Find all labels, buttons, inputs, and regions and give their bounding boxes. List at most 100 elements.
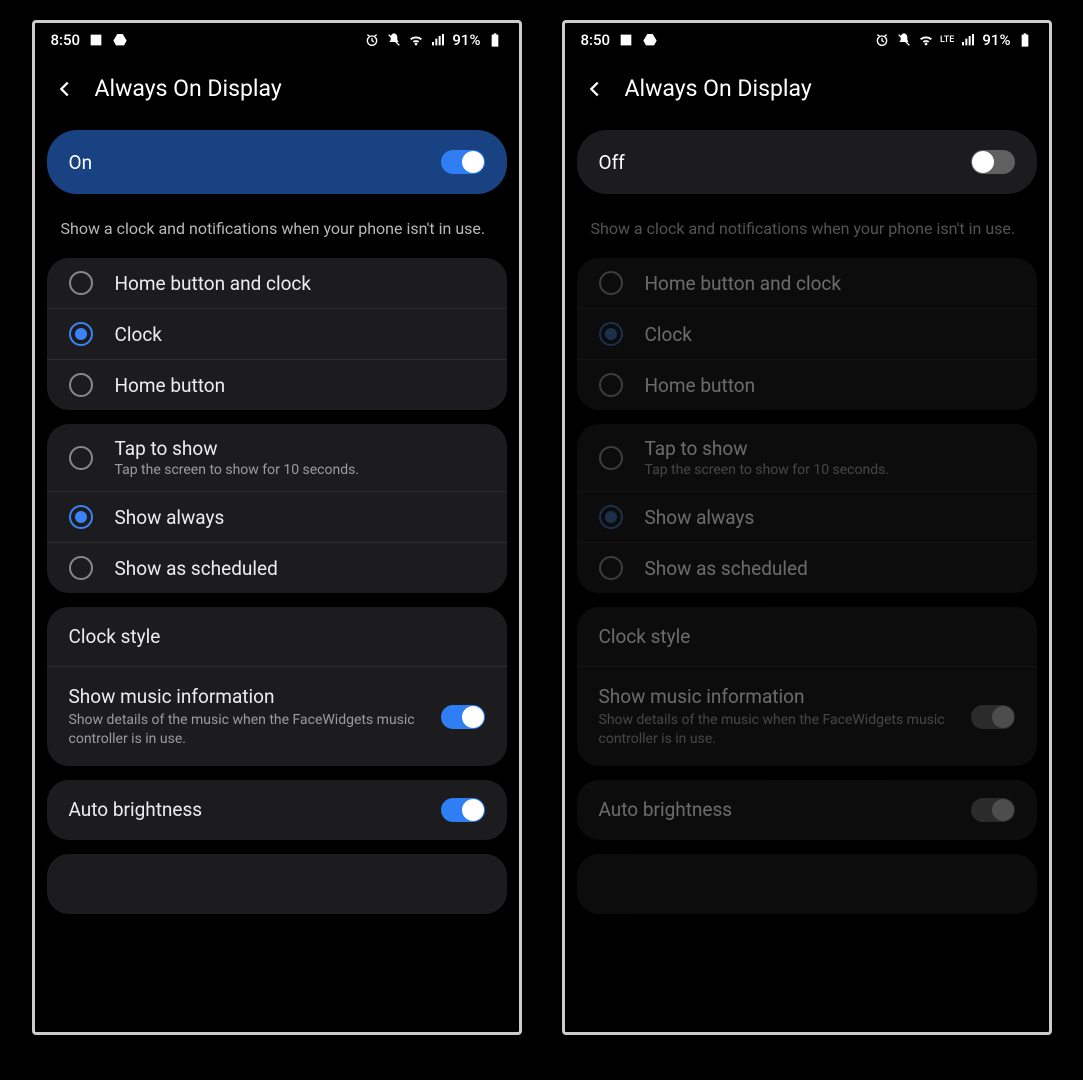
back-button[interactable] — [53, 77, 77, 101]
show-music-row[interactable]: Show music information Show details of t… — [47, 666, 507, 765]
lte-label: LTE — [940, 36, 954, 45]
partial-card — [47, 854, 507, 914]
master-toggle-row[interactable]: On — [47, 130, 507, 194]
mute-icon — [896, 32, 912, 48]
status-bar: 8:50 LTE 91% — [565, 23, 1049, 57]
clock-style-row[interactable]: Clock style — [47, 607, 507, 666]
alarm-icon — [874, 32, 890, 48]
radio-label: Show as scheduled — [645, 557, 808, 580]
settings-group: Clock style Show music information Show … — [47, 607, 507, 765]
radio-icon — [599, 271, 623, 295]
phone-screen-off: 8:50 LTE 91% Always On Display Off Show … — [562, 20, 1052, 1035]
radio-label: Home button — [645, 374, 756, 397]
list-label: Clock style — [599, 625, 1003, 648]
battery-icon — [487, 32, 503, 48]
radio-icon — [599, 373, 623, 397]
radio-home-button[interactable]: Home button — [47, 359, 507, 410]
list-sublabel: Show details of the music when the FaceW… — [599, 711, 959, 747]
radio-label: Clock — [115, 323, 162, 346]
feature-description: Show a clock and notifications when your… — [577, 208, 1037, 258]
auto-brightness-row: Auto brightness — [577, 780, 1037, 840]
radio-tap-to-show[interactable]: Tap to show Tap the screen to show for 1… — [47, 424, 507, 491]
radio-label: Home button — [115, 374, 226, 397]
wifi-icon — [408, 32, 424, 48]
show-music-row: Show music information Show details of t… — [577, 666, 1037, 765]
radio-clock: Clock — [577, 308, 1037, 359]
radio-icon — [69, 446, 93, 470]
radio-label: Home button and clock — [645, 272, 842, 295]
clock-style-row: Clock style — [577, 607, 1037, 666]
status-time: 8:50 — [581, 31, 611, 49]
phone-screen-on: 8:50 91% Always On Display On Show a clo… — [32, 20, 522, 1035]
radio-label: Show always — [115, 506, 225, 529]
auto-brightness-row[interactable]: Auto brightness — [47, 780, 507, 840]
radio-icon — [599, 322, 623, 346]
radio-home-button-and-clock[interactable]: Home button and clock — [47, 258, 507, 308]
brightness-toggle-switch — [971, 798, 1015, 822]
brightness-group: Auto brightness — [47, 780, 507, 840]
wifi-icon — [918, 32, 934, 48]
radio-label: Tap to show — [115, 437, 360, 460]
page-title: Always On Display — [625, 75, 812, 102]
battery-icon — [1017, 32, 1033, 48]
list-label: Auto brightness — [69, 798, 429, 821]
master-toggle-switch[interactable] — [971, 150, 1015, 174]
brightness-toggle-switch[interactable] — [441, 798, 485, 822]
display-content-group: Home button and clock Clock Home button — [577, 258, 1037, 410]
master-toggle-switch[interactable] — [441, 150, 485, 174]
master-toggle-label: On — [69, 151, 93, 174]
mute-icon — [386, 32, 402, 48]
radio-show-as-scheduled[interactable]: Show as scheduled — [47, 542, 507, 593]
radio-show-always: Show always — [577, 491, 1037, 542]
picture-icon — [618, 32, 634, 48]
radio-clock[interactable]: Clock — [47, 308, 507, 359]
signal-icon — [960, 32, 976, 48]
display-mode-group: Tap to show Tap the screen to show for 1… — [577, 424, 1037, 593]
settings-group: Clock style Show music information Show … — [577, 607, 1037, 765]
radio-label: Home button and clock — [115, 272, 312, 295]
radio-icon — [69, 373, 93, 397]
page-header: Always On Display — [565, 57, 1049, 130]
radio-show-as-scheduled: Show as scheduled — [577, 542, 1037, 593]
list-sublabel: Show details of the music when the FaceW… — [69, 711, 429, 747]
status-time: 8:50 — [51, 31, 81, 49]
list-label: Clock style — [69, 625, 473, 648]
master-toggle-row[interactable]: Off — [577, 130, 1037, 194]
battery-percent: 91% — [452, 31, 480, 49]
alarm-icon — [364, 32, 380, 48]
radio-label: Show always — [645, 506, 755, 529]
radio-home-button: Home button — [577, 359, 1037, 410]
radio-label: Clock — [645, 323, 692, 346]
partial-card — [577, 854, 1037, 914]
feature-description: Show a clock and notifications when your… — [47, 208, 507, 258]
list-label: Show music information — [69, 685, 429, 708]
list-label: Show music information — [599, 685, 959, 708]
battery-percent: 91% — [982, 31, 1010, 49]
radio-icon — [69, 556, 93, 580]
radio-sublabel: Tap the screen to show for 10 seconds. — [645, 462, 890, 478]
radio-icon — [69, 505, 93, 529]
music-toggle-switch[interactable] — [441, 705, 485, 729]
radio-show-always[interactable]: Show always — [47, 491, 507, 542]
radio-home-button-and-clock: Home button and clock — [577, 258, 1037, 308]
drive-icon — [112, 32, 128, 48]
list-label: Auto brightness — [599, 798, 959, 821]
radio-icon — [69, 271, 93, 295]
page-header: Always On Display — [35, 57, 519, 130]
drive-icon — [642, 32, 658, 48]
radio-icon — [599, 446, 623, 470]
signal-icon — [430, 32, 446, 48]
picture-icon — [88, 32, 104, 48]
partial-row[interactable] — [47, 854, 507, 913]
radio-label: Show as scheduled — [115, 557, 278, 580]
radio-label: Tap to show — [645, 437, 890, 460]
radio-icon — [599, 556, 623, 580]
page-title: Always On Display — [95, 75, 282, 102]
partial-row — [577, 854, 1037, 913]
back-button[interactable] — [583, 77, 607, 101]
music-toggle-switch — [971, 705, 1015, 729]
status-bar: 8:50 91% — [35, 23, 519, 57]
master-toggle-label: Off — [599, 151, 625, 174]
brightness-group: Auto brightness — [577, 780, 1037, 840]
display-content-group: Home button and clock Clock Home button — [47, 258, 507, 410]
